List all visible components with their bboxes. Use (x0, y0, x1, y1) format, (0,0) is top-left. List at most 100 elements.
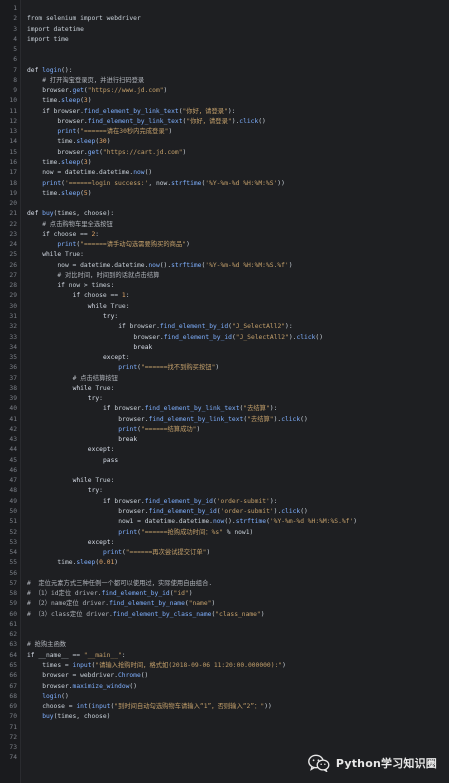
code-line[interactable]: 4 import time (0, 35, 449, 45)
code-line[interactable]: 56 (0, 569, 449, 579)
code-line[interactable]: 58 # （1）id定位 driver.find_element_by_id("i… (0, 589, 449, 599)
code-line[interactable]: 15 browser.get("https://cart.jd.com") (0, 148, 449, 158)
code-line[interactable]: 62 (0, 630, 449, 640)
code-line[interactable]: 46 (0, 466, 449, 476)
code-line[interactable]: 22 # 点击购物车里全选按钮 (0, 220, 449, 230)
code-line[interactable]: 69 choose = int(input("到时间自动勾选购物车请输入“1”，否… (0, 702, 449, 712)
line-number: 54 (9, 549, 17, 557)
code-line[interactable]: 9 browser.get("https://www.jd.com") (0, 86, 449, 96)
code-line[interactable]: 70 buy(times, choose) (0, 712, 449, 722)
code-line[interactable]: 53 except: (0, 538, 449, 548)
code-token: time. (57, 138, 77, 146)
code-line[interactable]: 27 # 对比时间，时间到的话就点击结算 (0, 271, 449, 281)
code-line[interactable]: 12 browser.find_element_by_link_text("你好，… (0, 117, 449, 127)
code-line[interactable]: 3 import datetime (0, 25, 449, 35)
code-line[interactable]: 47 while True: (0, 476, 449, 486)
code-token: "id" (173, 590, 189, 598)
code-line[interactable]: 20 (0, 199, 449, 209)
code-line[interactable]: 32 if browser.find_element_by_id("J_Selec… (0, 322, 449, 332)
code-line[interactable]: 68 login() (0, 692, 449, 702)
code-line[interactable]: 39 try: (0, 394, 449, 404)
code-line[interactable]: 21 def buy(times, choose): (0, 209, 449, 219)
code-line[interactable]: 28 if now > times: (0, 281, 449, 291)
code-line[interactable]: 19 time.sleep(5) (0, 189, 449, 199)
code-line[interactable]: 60 # （3）class定位 driver.find_element_by_cl… (0, 610, 449, 620)
code-token: from selenium import webdriver (27, 15, 141, 23)
code-line[interactable]: 37 # 点击结算按钮 (0, 374, 449, 384)
code-line[interactable]: 44 except: (0, 445, 449, 455)
code-line[interactable]: 48 try: (0, 486, 449, 496)
code-line[interactable]: 51 now1 = datetime.datetime.now().strftim… (0, 517, 449, 527)
code-line[interactable]: 16 time.sleep(3) (0, 158, 449, 168)
code-token: except (87, 446, 111, 454)
code-line[interactable]: 49 if browser.find_element_by_id('order-s… (0, 497, 449, 507)
code-token: ) (163, 87, 168, 95)
code-line[interactable]: 7 def login(): (0, 66, 449, 76)
line-text: time.sleep(3) (42, 158, 91, 168)
code-line[interactable]: 54 print("======再次尝试提交订单") (0, 548, 449, 558)
code-line[interactable]: 26 now = datetime.datetime.now().strftime… (0, 261, 449, 271)
code-line[interactable]: 14 time.sleep(30) (0, 137, 449, 147)
code-line[interactable]: 50 browser.find_element_by_id('order-subm… (0, 507, 449, 517)
code-token: '%Y-%m-%d %H:%M:%S' (205, 179, 278, 187)
code-line[interactable]: 63 # 抢购主函数 (0, 640, 449, 650)
code-line[interactable]: 57 # 定位元素方式三种任例一个都可以使用过，实际使用自由组合. (0, 579, 449, 589)
code-token: sleep (61, 158, 81, 166)
code-line[interactable]: 71 (0, 723, 449, 733)
code-line[interactable]: 45 pass (0, 456, 449, 466)
code-token: True: (64, 251, 84, 259)
line-text: while True: (73, 384, 115, 394)
code-line[interactable]: 30 while True: (0, 302, 449, 312)
code-line[interactable]: 34 break (0, 343, 449, 353)
code-editor[interactable]: 1 2 from selenium import webdriver 3 import … (0, 0, 449, 783)
line-number: 12 (9, 117, 17, 125)
code-line[interactable]: 31 try: (0, 312, 449, 322)
code-token: (times, choose) (53, 713, 111, 721)
code-line[interactable]: 40 if browser.find_element_by_link_text("… (0, 404, 449, 414)
code-line[interactable]: 24 print("======请手动勾选需要购买的商品") (0, 240, 449, 250)
code-line[interactable]: 11 if browser.find_element_by_link_text("… (0, 107, 449, 117)
code-line[interactable]: 17 now = datetime.datetime.now() (0, 168, 449, 178)
code-token: # （2）name定位 driver. (27, 600, 110, 608)
line-text: except: (88, 538, 115, 548)
code-line[interactable]: 66 browser = webdriver.Chrome() (0, 671, 449, 681)
code-line[interactable]: 35 except: (0, 353, 449, 363)
code-line[interactable]: 59 # （2）name定位 driver.find_element_by_nam… (0, 599, 449, 609)
code-line[interactable]: 38 while True: (0, 384, 449, 394)
code-line[interactable]: 61 (0, 620, 449, 630)
code-line[interactable]: 55 time.sleep(0.01) (0, 558, 449, 568)
code-line[interactable]: 52 print("======抢购成功时间：%s" % now1) (0, 528, 449, 538)
code-line[interactable]: 5 (0, 45, 449, 55)
code-token: () (300, 508, 308, 516)
code-line[interactable]: 13 print("======请在30秒内完成登录") (0, 127, 449, 137)
code-line[interactable]: 67 browser.maximize_window() (0, 682, 449, 692)
code-line[interactable]: 33 browser.find_element_by_id("J_SelectAl… (0, 333, 449, 343)
code-line[interactable]: 10 time.sleep(3) (0, 96, 449, 106)
code-line[interactable]: 29 if choose == 1: (0, 291, 449, 301)
code-line[interactable]: 23 if choose == 2: (0, 230, 449, 240)
line-text: print("======结算成功") (118, 425, 200, 435)
line-number: 55 (9, 559, 17, 567)
code-token: browser = webdriver. (42, 672, 119, 680)
code-line[interactable]: 6 (0, 55, 449, 65)
code-line[interactable]: 1 (0, 4, 449, 14)
line-number: 45 (9, 456, 17, 464)
code-line[interactable]: 41 browser.find_element_by_link_text("去结算… (0, 415, 449, 425)
code-line[interactable]: 73 (0, 743, 449, 753)
code-token: # 点击购物车里全选按钮 (42, 220, 113, 228)
code-line[interactable]: 8 # 打开淘宝登录页，并进行扫码登录 (0, 76, 449, 86)
code-line[interactable]: 42 print("======结算成功") (0, 425, 449, 435)
code-line[interactable]: 65 times = input("请输入抢购时间，格式如(2018-09-06 … (0, 661, 449, 671)
line-number: 14 (9, 138, 17, 146)
code-token: 30 (99, 138, 107, 146)
code-line[interactable]: 36 print("======找不到购买按钮") (0, 363, 449, 373)
code-line[interactable]: 2 from selenium import webdriver (0, 14, 449, 24)
code-line[interactable]: 72 (0, 733, 449, 743)
line-number: 3 (13, 25, 17, 33)
code-line[interactable]: 18 print('======login success:', now.strf… (0, 179, 449, 189)
code-area[interactable]: 1 2 from selenium import webdriver 3 import … (0, 4, 449, 764)
code-line[interactable]: 25 while True: (0, 250, 449, 260)
code-line[interactable]: 64 if __name__ == "__main__": (0, 651, 449, 661)
code-line[interactable]: 43 break (0, 435, 449, 445)
code-token: find_element_by_link_text (87, 117, 183, 125)
